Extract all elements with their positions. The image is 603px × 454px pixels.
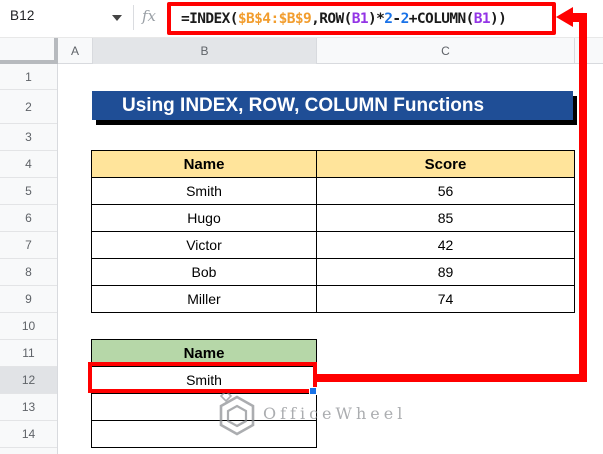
cell-b9[interactable]: Miller: [91, 285, 317, 313]
result-table: Name Smith: [91, 339, 317, 448]
formula-token-number: 2: [400, 10, 410, 27]
cell-c8[interactable]: 89: [316, 258, 575, 286]
arrow-line-horizontal: [313, 374, 587, 382]
arrow-line-stub: [571, 13, 587, 22]
row-header-10[interactable]: 10: [0, 313, 57, 340]
row-header-7[interactable]: 7: [0, 232, 57, 259]
row-header-6[interactable]: 6: [0, 205, 57, 232]
cell-b13[interactable]: [91, 393, 317, 421]
row-header-14[interactable]: 14: [0, 421, 57, 448]
table-row: Miller 74: [91, 285, 575, 313]
column-header-c[interactable]: C: [316, 38, 574, 64]
cell-c6[interactable]: 85: [316, 204, 575, 232]
cell-c5[interactable]: 56: [316, 177, 575, 205]
title-banner-cell[interactable]: Using INDEX, ROW, COLUMN Functions: [92, 91, 573, 120]
fill-handle[interactable]: [309, 387, 317, 395]
column-header-a[interactable]: A: [58, 38, 92, 64]
formula-token: +COLUMN(: [408, 10, 475, 27]
formula-token-range: $B$4:$B$9: [237, 10, 312, 27]
row-header-12[interactable]: 12: [0, 367, 57, 394]
table-row: Victor 42: [91, 231, 575, 259]
formula-token-ref: B1: [473, 10, 491, 27]
row-header-1[interactable]: 1: [0, 64, 57, 90]
fx-icon: fx: [142, 7, 157, 25]
toolbar-divider: [133, 5, 134, 30]
table-header-row: Name Score: [91, 150, 575, 178]
row-header-11[interactable]: 11: [0, 340, 57, 367]
table-row: Bob 89: [91, 258, 575, 286]
formula-text: =INDEX($B$4:$B$9,ROW(B1)*2-2+COLUMN(B1)): [181, 10, 507, 27]
row-header-13[interactable]: 13: [0, 394, 57, 421]
formula-input[interactable]: =INDEX($B$4:$B$9,ROW(B1)*2-2+COLUMN(B1)): [167, 2, 556, 35]
formula-token: -: [392, 10, 401, 27]
formula-token: )*: [368, 10, 385, 27]
row-header-4[interactable]: 4: [0, 151, 57, 178]
row-header-2[interactable]: 2: [0, 90, 57, 124]
arrow-line-vertical: [579, 13, 587, 382]
formula-token-ref: B1: [351, 10, 369, 27]
cell-b7[interactable]: Victor: [91, 231, 317, 259]
header-cell-score[interactable]: Score: [316, 150, 575, 178]
name-box-dropdown-icon[interactable]: [112, 15, 122, 21]
cell-c9[interactable]: 74: [316, 285, 575, 313]
name-box[interactable]: B12: [10, 8, 35, 23]
column-header-strip: A B C: [0, 37, 603, 64]
cell-c7[interactable]: 42: [316, 231, 575, 259]
formula-token: )): [490, 10, 507, 27]
column-header-b[interactable]: B: [92, 38, 316, 64]
table-row: Smith 56: [91, 177, 575, 205]
arrow-head-icon: [556, 7, 573, 27]
cell-b8[interactable]: Bob: [91, 258, 317, 286]
formula-token: =INDEX(: [181, 10, 239, 27]
formula-token: ,ROW(: [311, 10, 352, 27]
cell-b14[interactable]: [91, 420, 317, 448]
row-header-15[interactable]: 15: [0, 448, 57, 454]
table-row: [91, 393, 317, 421]
row-header-3[interactable]: 3: [0, 124, 57, 151]
cell-highlight-box: [88, 362, 317, 393]
table-row: [91, 420, 317, 448]
header-cell-name[interactable]: Name: [91, 150, 317, 178]
row-header-9[interactable]: 9: [0, 286, 57, 313]
select-all-corner[interactable]: [0, 38, 58, 64]
scores-table: Name Score Smith 56 Hugo 85 Victor 42 Bo…: [91, 150, 575, 313]
cell-b6[interactable]: Hugo: [91, 204, 317, 232]
cell-b5[interactable]: Smith: [91, 177, 317, 205]
table-row: Hugo 85: [91, 204, 575, 232]
row-header-strip: 1 2 3 4 5 6 7 8 9 10 11 12 13 14 15: [0, 64, 58, 454]
spreadsheet-app: B12 fx =INDEX($B$4:$B$9,ROW(B1)*2-2+COLU…: [0, 0, 603, 454]
formula-toolbar: B12 fx =INDEX($B$4:$B$9,ROW(B1)*2-2+COLU…: [0, 0, 603, 36]
row-header-5[interactable]: 5: [0, 178, 57, 205]
row-header-8[interactable]: 8: [0, 259, 57, 286]
